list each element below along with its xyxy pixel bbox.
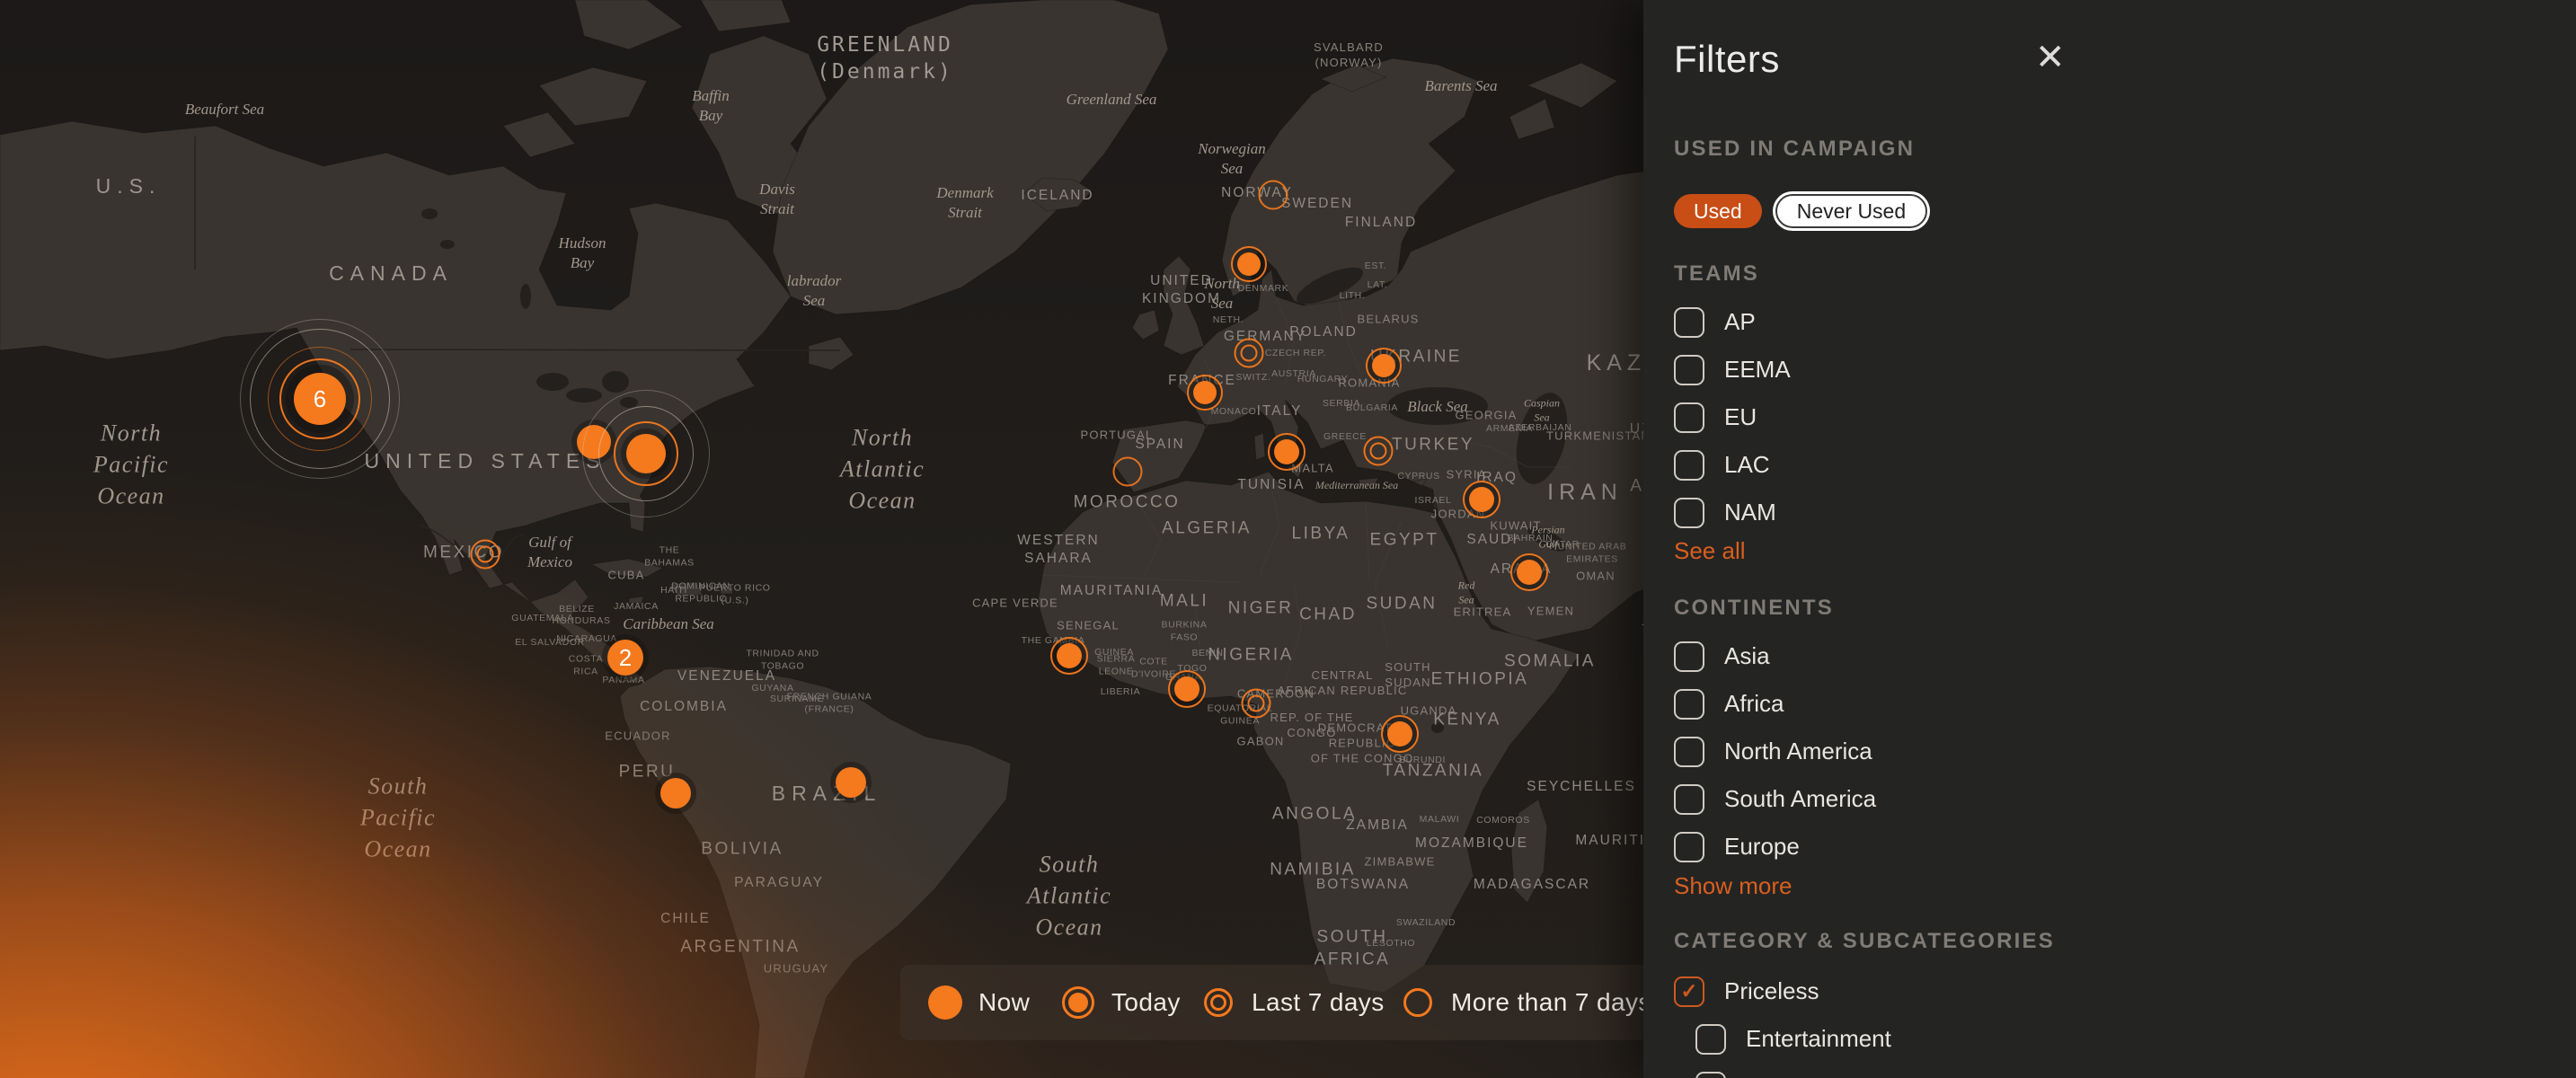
checkbox-label: Africa (1724, 690, 1784, 718)
marker-ring (1381, 715, 1419, 753)
marker-ring (1268, 433, 1306, 471)
section-header-categories: CATEGORY & SUBCATEGORIES (1674, 929, 2055, 954)
marker-ring (1187, 375, 1223, 411)
checkbox[interactable] (1674, 307, 1704, 338)
marker-ring (1463, 481, 1500, 518)
categories-list: ✓ Priceless Entertainment (1674, 968, 2576, 1078)
legend-item-last7: Last 7 days (1199, 965, 1385, 1040)
checkbox[interactable] (1674, 737, 1704, 767)
checkbox-item-priceless[interactable]: ✓ Priceless (1674, 968, 2576, 1015)
checkbox-label: EEMA (1724, 356, 1791, 384)
marker-dot (660, 778, 691, 808)
filters-panel: Filters ✕ USED IN CAMPAIGN Used Never Us… (1643, 0, 2576, 1078)
checkbox-item-europe[interactable]: Europe (1674, 823, 2576, 870)
checkbox-checked[interactable]: ✓ (1674, 976, 1704, 1007)
legend-label: Today (1111, 988, 1181, 1017)
checkbox-item-asia[interactable]: Asia (1674, 632, 2576, 680)
checkbox[interactable] (1674, 402, 1704, 433)
checkbox[interactable] (1674, 832, 1704, 862)
checkbox-label: North America (1724, 738, 1872, 765)
checkbox-item-blank[interactable] (1695, 1063, 2576, 1078)
show-more-link[interactable]: Show more (1674, 872, 1793, 900)
marker-ring (1366, 348, 1402, 384)
legend-item-now: Now (925, 965, 1030, 1040)
checkbox-item-eema[interactable]: EEMA (1674, 346, 2576, 393)
continents-list: Asia Africa North America South America Euro… (1674, 632, 2576, 870)
filter-pill-used[interactable]: Used (1674, 194, 1762, 228)
checkbox[interactable] (1695, 1024, 1726, 1055)
checkbox-label: LAC (1724, 451, 1770, 479)
marker-ring (1050, 637, 1088, 675)
legend-more7-icon (1398, 983, 1438, 1022)
legend-item-today: Today (1058, 965, 1181, 1040)
legend-last7-icon (1199, 983, 1238, 1022)
marker-ring (1242, 689, 1271, 719)
checkbox-item-ap[interactable]: AP (1674, 298, 2576, 346)
checkbox-label: South America (1724, 785, 1876, 813)
checkbox[interactable] (1674, 641, 1704, 672)
checkbox-label: Asia (1724, 642, 1770, 670)
marker-ring (1231, 246, 1267, 282)
checkbox-label: AP (1724, 308, 1756, 336)
marker-ring (471, 540, 500, 570)
marker-ring (1259, 181, 1288, 210)
checkbox[interactable] (1674, 689, 1704, 720)
marker-ring (582, 390, 710, 517)
marker-ring (1510, 553, 1548, 591)
checkbox[interactable] (1674, 450, 1704, 481)
section-header-used-in-campaign: USED IN CAMPAIGN (1674, 137, 1915, 162)
checkbox-label: EU (1724, 403, 1757, 431)
checkbox-item-lac[interactable]: LAC (1674, 441, 2576, 489)
legend-today-icon (1058, 983, 1098, 1022)
checkbox-item-north-america[interactable]: North America (1674, 728, 2576, 775)
checkbox-item-eu[interactable]: EU (1674, 393, 2576, 441)
marker-ring (1168, 670, 1206, 708)
filter-pill-never-used[interactable]: Never Used (1775, 194, 1927, 228)
app-window: U.S.CANADAUNITED STATESMEXICOGREENLAND (… (0, 0, 2576, 1078)
checkbox-label: Europe (1724, 833, 1800, 861)
checkbox-item-entertainment[interactable]: Entertainment (1695, 1015, 2576, 1063)
panel-title: Filters (1674, 38, 1780, 81)
checkbox-item-south-america[interactable]: South America (1674, 775, 2576, 823)
checkbox-label: NAM (1724, 499, 1776, 526)
marker-ring (1235, 339, 1264, 368)
legend-now-icon (925, 983, 965, 1022)
checkbox-label: Entertainment (1746, 1025, 1891, 1053)
checkbox[interactable] (1674, 784, 1704, 815)
legend-label: Now (978, 988, 1030, 1017)
checkbox-label: Priceless (1724, 977, 1819, 1005)
legend-label: Last 7 days (1252, 988, 1385, 1017)
section-header-teams: TEAMS (1674, 261, 1759, 287)
marker-dot: 2 (607, 640, 643, 676)
checkbox[interactable] (1674, 498, 1704, 528)
close-icon[interactable]: ✕ (2035, 40, 2066, 75)
see-all-link[interactable]: See all (1674, 537, 1746, 565)
marker-ring (1364, 437, 1394, 466)
section-header-continents: CONTINENTS (1674, 596, 1834, 621)
checkbox[interactable] (1674, 355, 1704, 385)
marker-ring (1113, 457, 1143, 487)
marker-ring (240, 319, 400, 479)
marker-dot (836, 767, 866, 798)
cluster-count: 2 (619, 644, 632, 672)
checkbox-item-nam[interactable]: NAM (1674, 489, 2576, 536)
teams-list: AP EEMA EU LAC NAM (1674, 298, 2576, 536)
checkbox-item-africa[interactable]: Africa (1674, 680, 2576, 728)
checkbox[interactable] (1695, 1072, 1726, 1078)
